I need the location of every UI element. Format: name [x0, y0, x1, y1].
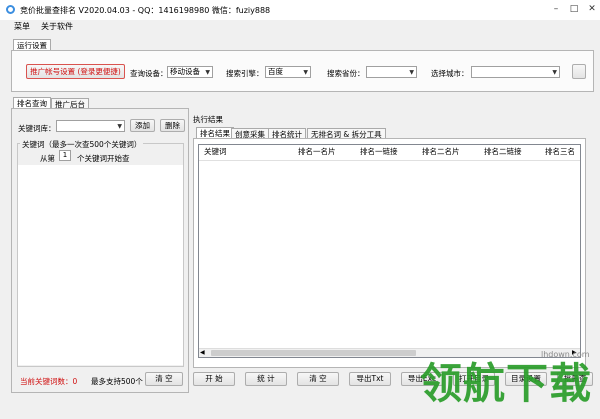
- column-header-keyword[interactable]: 关键词: [204, 145, 227, 159]
- engine-select-value: 百度: [268, 67, 283, 76]
- column-header-rank1-link[interactable]: 排名一链接: [360, 145, 398, 159]
- chevron-down-icon: ▼: [409, 69, 414, 76]
- column-header-rank2-card[interactable]: 排名二名片: [422, 145, 460, 159]
- maximize-button[interactable]: □: [569, 4, 579, 14]
- start-button[interactable]: 开 始: [193, 372, 235, 386]
- app-icon: [6, 5, 15, 14]
- start-index-input[interactable]: 1: [59, 150, 71, 161]
- keyword-textarea[interactable]: [18, 165, 183, 365]
- horizontal-scrollbar[interactable]: ◀ ▶: [199, 348, 580, 357]
- engine-label: 搜索引擎：: [226, 69, 264, 78]
- menu-bar: [0, 20, 600, 33]
- scroll-left-icon[interactable]: ◀: [200, 349, 205, 357]
- statistics-button[interactable]: 统 计: [245, 372, 287, 386]
- watermark-text: 领航下载: [420, 359, 593, 408]
- scrollbar-thumb[interactable]: [211, 350, 416, 356]
- keyword-lib-label: 关键词库：: [18, 124, 56, 133]
- city-select[interactable]: ▼: [471, 66, 560, 78]
- device-label: 查询设备：: [130, 69, 168, 78]
- promo-account-button[interactable]: 推广帐号设置 (登录更便捷): [26, 64, 125, 79]
- chevron-down-icon: ▼: [117, 123, 122, 130]
- window-title: 竞价批量查排名 V2020.04.03 - QQ：1416198980 微信：f…: [20, 6, 271, 15]
- chevron-down-icon: ▼: [303, 69, 308, 76]
- results-group-title: 执行结果: [193, 115, 223, 124]
- clear-keywords-button[interactable]: 清 空: [145, 372, 183, 386]
- menu-item-menu[interactable]: 菜单: [14, 21, 30, 32]
- settings-more-button[interactable]: [572, 64, 586, 79]
- clear-results-button[interactable]: 清 空: [297, 372, 339, 386]
- chevron-down-icon: ▼: [205, 69, 210, 76]
- menu-item-about[interactable]: 关于软件: [41, 21, 73, 32]
- province-select[interactable]: ▼: [366, 66, 417, 78]
- export-txt-button[interactable]: 导出Txt: [349, 372, 391, 386]
- tab-rank-results[interactable]: 排名结果: [196, 127, 234, 138]
- max-support-label: 最多支持500个: [91, 377, 143, 386]
- watermark-url: lhdown.com: [541, 350, 590, 359]
- minimize-button[interactable]: –: [551, 4, 561, 14]
- start-suffix: 个关键词开始查: [77, 154, 130, 163]
- close-button[interactable]: ✕: [587, 4, 597, 14]
- keyword-lib-select[interactable]: ▼: [56, 120, 125, 132]
- add-button[interactable]: 添加: [130, 119, 155, 132]
- city-label: 选择城市：: [431, 69, 469, 78]
- results-grid[interactable]: 关键词 排名一名片 排名一链接 排名二名片 排名二链接 排名三名 ◀ ▶: [198, 144, 581, 358]
- keyword-group-title: 关键词（最多一次查500个关键词）: [20, 139, 144, 150]
- column-header-rank1-card[interactable]: 排名一名片: [298, 145, 336, 159]
- province-label: 搜索省份：: [327, 69, 365, 78]
- device-select-value: 移动设备: [170, 67, 200, 76]
- engine-select[interactable]: 百度 ▼: [265, 66, 311, 78]
- start-prefix: 从第: [40, 154, 55, 163]
- column-header-rank2-link[interactable]: 排名二链接: [484, 145, 522, 159]
- device-select[interactable]: 移动设备 ▼: [167, 66, 213, 78]
- column-header-rank3[interactable]: 排名三名: [545, 145, 575, 159]
- current-keyword-count: 当前关键词数：0: [20, 377, 78, 386]
- delete-button[interactable]: 删除: [160, 119, 185, 132]
- tab-rank-query[interactable]: 排名查询: [13, 97, 51, 108]
- chevron-down-icon: ▼: [552, 69, 557, 76]
